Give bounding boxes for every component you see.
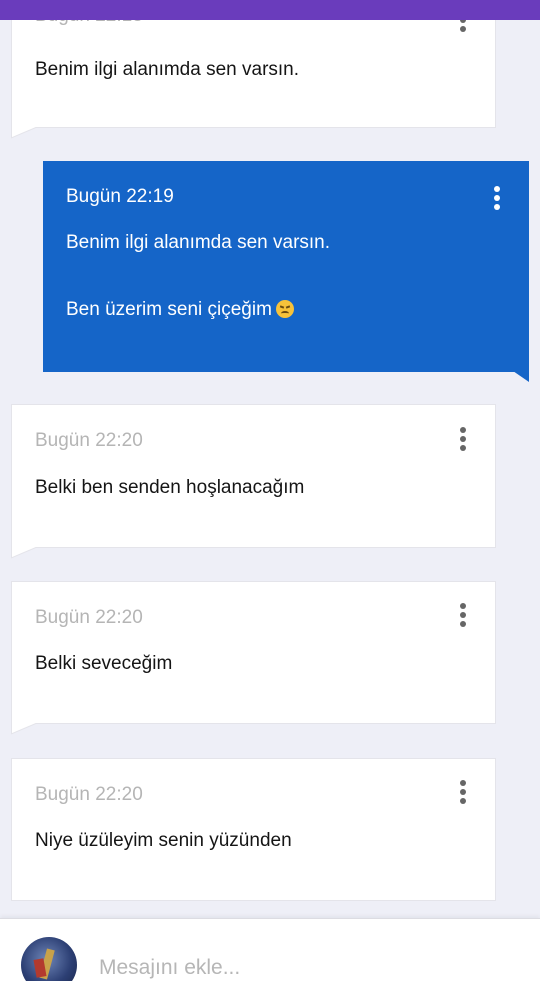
message-bubble: Bugün 22:20 Belki ben senden hoşlanacağı… <box>11 404 496 548</box>
message-text: Belki seveceğim <box>35 653 173 674</box>
message-menu-icon[interactable] <box>457 779 469 805</box>
message-menu-icon[interactable] <box>491 185 503 211</box>
message-text: Benim ilgi alanımda sen varsın. <box>35 59 300 80</box>
app-bar <box>0 0 540 20</box>
bubble-tail <box>513 371 529 382</box>
bubble-tail <box>11 127 38 139</box>
bubble-tail <box>11 547 38 559</box>
message-input[interactable] <box>99 953 519 981</box>
message-time: Bugün 22:20 <box>35 784 143 805</box>
message-time: Bugün 22:20 <box>35 607 143 628</box>
message-text: Benim ilgi alanımda sen varsın. <box>66 232 331 253</box>
message-text: Ben üzerim seni çiçeğim <box>66 299 272 320</box>
message-menu-icon[interactable] <box>457 426 469 452</box>
message-composer <box>0 918 540 981</box>
chat-screen: Bugün 22:18 Benim ilgi alanımda sen vars… <box>0 0 540 981</box>
message-time: Bugün 22:20 <box>35 430 143 451</box>
message-text: Belki ben senden hoşlanacağım <box>35 477 305 498</box>
message-text-line: Ben üzerim seni çiçeğim <box>66 299 294 321</box>
disappointed-face-icon <box>275 300 294 318</box>
message-text: Niye üzüleyim senin yüzünden <box>35 830 292 851</box>
bubble-tail <box>11 723 38 735</box>
message-bubble: Bugün 22:20 Belki seveceğim <box>11 581 496 724</box>
message-bubble-own: Bugün 22:19 Benim ilgi alanımda sen vars… <box>43 161 529 372</box>
message-bubble: Bugün 22:20 Niye üzüleyim senin yüzünden <box>11 758 496 901</box>
message-time: Bugün 22:19 <box>66 186 174 207</box>
message-menu-icon[interactable] <box>457 602 469 628</box>
avatar[interactable] <box>21 937 77 981</box>
